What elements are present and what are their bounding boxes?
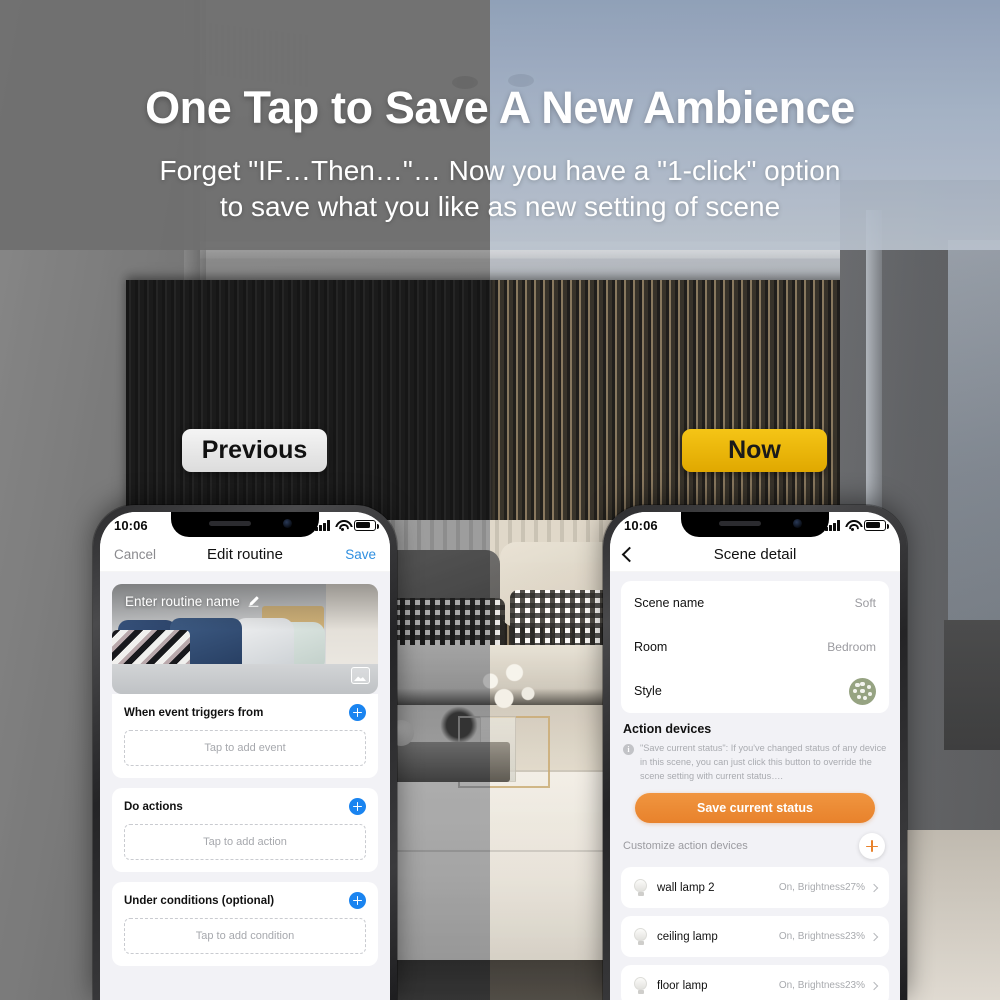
section-title: Under conditions (optional) [124, 894, 275, 907]
section-title: Do actions [124, 800, 183, 813]
wifi-icon [845, 520, 859, 531]
device-row-floor-lamp[interactable]: floor lamp On, Brightness23% [621, 965, 889, 1000]
earpiece-speaker [209, 521, 251, 526]
previous-label-pill: Previous [182, 429, 327, 472]
pencil-icon [248, 596, 259, 607]
device-row-ceiling-lamp[interactable]: ceiling lamp On, Brightness23% [621, 916, 889, 958]
routine-image-card[interactable]: Enter routine name [112, 584, 378, 694]
phone-right-screen: 10:06 Scene detail Scene name Soft Room … [610, 512, 900, 1000]
action-devices-title: Action devices [623, 722, 712, 736]
earpiece-speaker [719, 521, 761, 526]
chevron-right-icon [869, 932, 879, 942]
phone-left-edit-routine: 10:06 Cancel Edit routine Save Enter rou… [93, 505, 397, 1000]
front-camera [283, 519, 292, 528]
row-value: Soft [854, 596, 876, 610]
phone-notch [171, 512, 319, 537]
conditions-section-header: Under conditions (optional) [124, 892, 366, 909]
light-bulb-icon [633, 976, 648, 995]
page-title: Edit routine [207, 546, 283, 563]
add-action-button[interactable] [349, 798, 366, 815]
section-title: When event triggers from [124, 706, 264, 719]
customize-label: Customize action devices [623, 840, 748, 853]
row-label: Style [634, 684, 662, 698]
chevron-right-icon [869, 981, 879, 991]
phone-notch [681, 512, 829, 537]
nav-bar: Scene detail [610, 538, 900, 572]
nav-bar: Cancel Edit routine Save [100, 538, 390, 572]
phone-left-screen: 10:06 Cancel Edit routine Save Enter rou… [100, 512, 390, 1000]
device-status: On, Brightness23% [778, 980, 865, 992]
routine-name-input[interactable]: Enter routine name [125, 594, 260, 609]
row-label: Scene name [634, 596, 705, 610]
tap-to-add-action[interactable]: Tap to add action [124, 824, 366, 860]
tap-to-add-condition[interactable]: Tap to add condition [124, 918, 366, 954]
room-row[interactable]: Room Bedroom [621, 625, 889, 669]
status-indicators [315, 519, 379, 531]
device-status: On, Brightness27% [778, 882, 865, 894]
front-camera [793, 519, 802, 528]
info-icon [623, 744, 634, 755]
scene-detail-body: Scene name Soft Room Bedroom Style Actio… [610, 572, 900, 1000]
light-bulb-icon [633, 878, 648, 897]
customize-action-devices-row: Customize action devices [623, 833, 887, 860]
action-devices-section: Action devices "Save current status": If… [621, 722, 889, 860]
trigger-section: When event triggers from Tap to add even… [112, 694, 378, 778]
right-counter [944, 620, 1000, 750]
wifi-icon [335, 520, 349, 531]
scene-properties-card: Scene name Soft Room Bedroom Style [621, 581, 889, 713]
device-name: wall lamp 2 [657, 881, 715, 894]
battery-icon [864, 519, 889, 531]
tap-to-add-event[interactable]: Tap to add event [124, 730, 366, 766]
light-bulb-icon [633, 927, 648, 946]
conditions-section: Under conditions (optional) Tap to add c… [112, 882, 378, 966]
add-event-button[interactable] [349, 704, 366, 721]
phone-right-scene-detail: 10:06 Scene detail Scene name Soft Room … [603, 505, 907, 1000]
edit-routine-body: Enter routine name When event triggers f… [100, 572, 390, 1000]
routine-name-placeholder: Enter routine name [125, 594, 240, 609]
actions-section: Do actions Tap to add action [112, 788, 378, 872]
actions-section-header: Do actions [124, 798, 366, 815]
now-label-pill: Now [682, 429, 827, 472]
status-indicators [825, 519, 889, 531]
status-time: 10:06 [114, 517, 148, 533]
battery-icon [354, 519, 379, 531]
device-status: On, Brightness23% [778, 931, 865, 943]
device-name: floor lamp [657, 979, 708, 992]
trigger-section-header: When event triggers from [124, 704, 366, 721]
scene-stage: One Tap to Save A New Ambience Forget "I… [0, 0, 1000, 1000]
flower-style-swatch-icon[interactable] [849, 677, 876, 705]
image-picker-icon[interactable] [351, 667, 370, 684]
chevron-right-icon [869, 883, 879, 893]
scene-name-row[interactable]: Scene name Soft [621, 581, 889, 625]
save-current-status-button[interactable]: Save current status [635, 793, 875, 824]
action-devices-hint: "Save current status": If you've changed… [621, 742, 889, 783]
style-row[interactable]: Style [621, 669, 889, 713]
add-condition-button[interactable] [349, 892, 366, 909]
device-row-wall-lamp-2[interactable]: wall lamp 2 On, Brightness27% [621, 867, 889, 909]
status-time: 10:06 [624, 517, 658, 533]
row-value: Bedroom [827, 640, 876, 654]
top-blue-band [490, 0, 1000, 250]
page-title: Scene detail [713, 546, 797, 563]
device-name: ceiling lamp [657, 930, 718, 943]
hint-text: "Save current status": If you've changed… [640, 743, 887, 781]
top-gray-band [0, 0, 490, 250]
row-label: Room [634, 640, 668, 654]
add-device-button[interactable] [859, 833, 885, 860]
